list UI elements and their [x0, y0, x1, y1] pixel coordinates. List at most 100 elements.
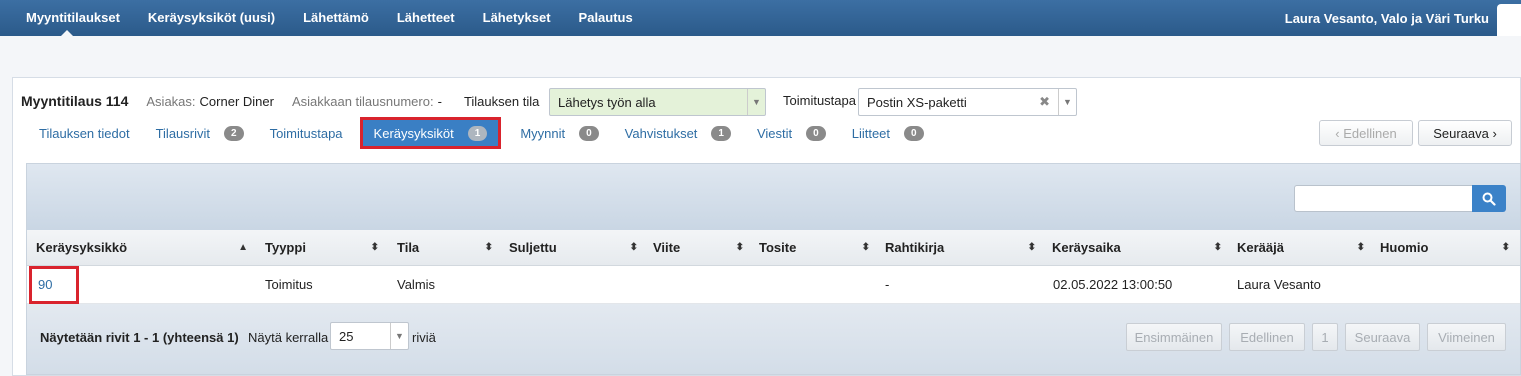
nav-palautus[interactable]: Palautus — [565, 0, 647, 36]
column-label: Huomio — [1380, 240, 1429, 255]
delivery-select[interactable]: Postin XS-paketti ✖ ▼ — [858, 88, 1077, 116]
sort-icon[interactable]: ⬍ — [1214, 230, 1222, 266]
collection-units-grid: Keräysyksikkö ▲ Tyyppi ⬍ Tila ⬍ Suljettu ⬍ V… — [26, 163, 1521, 375]
column-header-keraysyksikko[interactable]: Keräysyksikkö ▲ — [36, 230, 248, 266]
tab-label: Liitteet — [851, 125, 891, 141]
customer-order-label: Asiakkaan tilausnumero: — [291, 93, 434, 109]
next-order-button[interactable]: Seuraava › — [1418, 120, 1512, 146]
nav-lahetteet[interactable]: Lähetteet — [383, 0, 469, 36]
rows-summary: Näytetään rivit 1 - 1 (yhteensä 1) — [40, 330, 239, 345]
column-header-tosite[interactable]: Tosite ⬍ — [759, 230, 870, 266]
tab-tilausrivit[interactable]: Tilausrivit 2 — [143, 121, 257, 145]
chevron-down-icon[interactable]: ▼ — [390, 323, 408, 349]
count-badge: 1 — [711, 125, 731, 141]
order-state-select[interactable]: Lähetys työn alla ▼ — [549, 88, 766, 116]
sort-icon[interactable]: ⬍ — [485, 230, 493, 266]
tab-label: Myynnit — [520, 125, 566, 141]
tab-label: Viestit — [756, 125, 793, 141]
column-header-keraaja[interactable]: Kerääjä ⬍ — [1237, 230, 1365, 266]
first-page-button[interactable]: Ensimmäinen — [1126, 323, 1222, 351]
tab-viestit[interactable]: Viestit 0 — [744, 121, 839, 145]
delivery-label: Toimitustapa — [783, 93, 856, 108]
column-header-tila[interactable]: Tila ⬍ — [397, 230, 493, 266]
tab-keraysyksikot[interactable]: Keräysyksiköt 1 — [359, 117, 502, 149]
nav-lahettamo[interactable]: Lähettämö — [289, 0, 383, 36]
customer-label: Asiakas: — [146, 93, 196, 109]
cell-keraaja: Laura Vesanto — [1237, 277, 1321, 292]
table-row[interactable]: 90 Toimitus Valmis - 02.05.2022 13:00:50… — [27, 266, 1520, 304]
sort-asc-icon[interactable]: ▲ — [238, 230, 248, 266]
order-header: Myyntitilaus 114 Asiakas: Corner Diner A… — [21, 88, 539, 114]
count-badge: 0 — [579, 125, 599, 141]
tab-vahvistukset[interactable]: Vahvistukset 1 — [612, 121, 744, 145]
chevron-down-icon[interactable]: ▼ — [1058, 89, 1076, 115]
sort-icon[interactable]: ⬍ — [736, 230, 744, 266]
column-header-keraysaika[interactable]: Keräysaika ⬍ — [1052, 230, 1222, 266]
column-label: Tyyppi — [265, 240, 306, 255]
previous-order-button[interactable]: ‹ Edellinen — [1319, 120, 1413, 146]
tab-label: Tilauksen tiedot — [39, 125, 130, 141]
order-panel: Myyntitilaus 114 Asiakas: Corner Diner A… — [12, 77, 1521, 376]
nav-myyntitilaukset[interactable]: Myyntitilaukset — [0, 0, 134, 36]
sort-icon[interactable]: ⬍ — [1357, 230, 1365, 266]
tab-label: Toimitustapa — [269, 125, 343, 141]
search-icon — [1482, 192, 1496, 206]
column-header-tyyppi[interactable]: Tyyppi ⬍ — [265, 230, 379, 266]
tab-label: Tilausrivit — [155, 125, 210, 141]
tab-myynnit[interactable]: Myynnit 0 — [507, 121, 611, 145]
cell-keraysaika: 02.05.2022 13:00:50 — [1053, 277, 1173, 292]
avatar[interactable] — [1497, 4, 1521, 36]
top-navigation: Myyntitilaukset Keräysyksiköt (uusi) Läh… — [0, 0, 1521, 36]
column-header-viite[interactable]: Viite ⬍ — [653, 230, 744, 266]
tab-liitteet[interactable]: Liitteet 0 — [839, 121, 937, 145]
count-badge: 2 — [224, 125, 244, 141]
clear-icon[interactable]: ✖ — [1039, 94, 1050, 110]
grid-footer: Näytetään rivit 1 - 1 (yhteensä 1) Näytä… — [27, 304, 1520, 374]
tab-tilauksen-tiedot[interactable]: Tilauksen tiedot — [13, 121, 143, 145]
column-label: Tosite — [759, 240, 797, 255]
column-header-rahtikirja[interactable]: Rahtikirja ⬍ — [885, 230, 1036, 266]
collection-unit-link[interactable]: 90 — [38, 266, 52, 304]
previous-page-button[interactable]: Edellinen — [1229, 323, 1305, 351]
delivery-value: Postin XS-paketti — [867, 94, 967, 110]
column-label: Tila — [397, 240, 420, 255]
sort-icon[interactable]: ⬍ — [1028, 230, 1036, 266]
order-state-value: Lähetys työn alla — [558, 94, 656, 110]
search-input[interactable] — [1294, 185, 1472, 212]
page-number-button[interactable]: 1 — [1312, 323, 1338, 351]
search-button[interactable] — [1472, 185, 1506, 212]
nav-keraysyksikot-uusi[interactable]: Keräysyksiköt (uusi) — [134, 0, 289, 36]
order-tabs: Tilauksen tiedot Tilausrivit 2 Toimitusta… — [13, 117, 937, 149]
grid-toolbar — [27, 164, 1520, 230]
sort-icon[interactable]: ⬍ — [371, 230, 379, 266]
cell-rahtikirja: - — [885, 277, 890, 292]
column-header-suljettu[interactable]: Suljettu ⬍ — [509, 230, 638, 266]
sort-icon[interactable]: ⬍ — [862, 230, 870, 266]
user-name[interactable]: Laura Vesanto, Valo ja Väri Turku — [1285, 11, 1489, 26]
highlight-box — [29, 266, 79, 304]
chevron-down-icon[interactable]: ▼ — [747, 89, 765, 115]
column-label: Viite — [653, 240, 681, 255]
sort-icon[interactable]: ⬍ — [630, 230, 638, 266]
search-box — [1294, 185, 1506, 212]
count-badge: 0 — [806, 125, 826, 141]
customer-order-value: - — [437, 93, 442, 109]
next-page-button[interactable]: Seuraava — [1345, 323, 1420, 351]
page-size-value: 25 — [339, 328, 354, 344]
page-size-select[interactable]: 25 ▼ — [330, 322, 409, 350]
page-title: Myyntitilaus 114 — [21, 93, 129, 109]
customer-value: Corner Diner — [199, 93, 274, 109]
tab-label: Vahvistukset — [624, 125, 698, 141]
sort-icon[interactable]: ⬍ — [1502, 230, 1510, 266]
cell-tila: Valmis — [397, 277, 436, 292]
column-label: Keräysaika — [1052, 240, 1121, 255]
column-label: Rahtikirja — [885, 240, 945, 255]
rows-unit-label: riviä — [412, 330, 436, 345]
tab-toimitustapa[interactable]: Toimitustapa — [257, 121, 356, 145]
last-page-button[interactable]: Viimeinen — [1427, 323, 1506, 351]
column-header-huomio[interactable]: Huomio ⬍ — [1380, 230, 1510, 266]
count-badge: 0 — [904, 125, 924, 141]
cell-tyyppi: Toimitus — [265, 277, 313, 292]
count-badge: 1 — [467, 125, 488, 141]
nav-lahetykset[interactable]: Lähetykset — [469, 0, 565, 36]
